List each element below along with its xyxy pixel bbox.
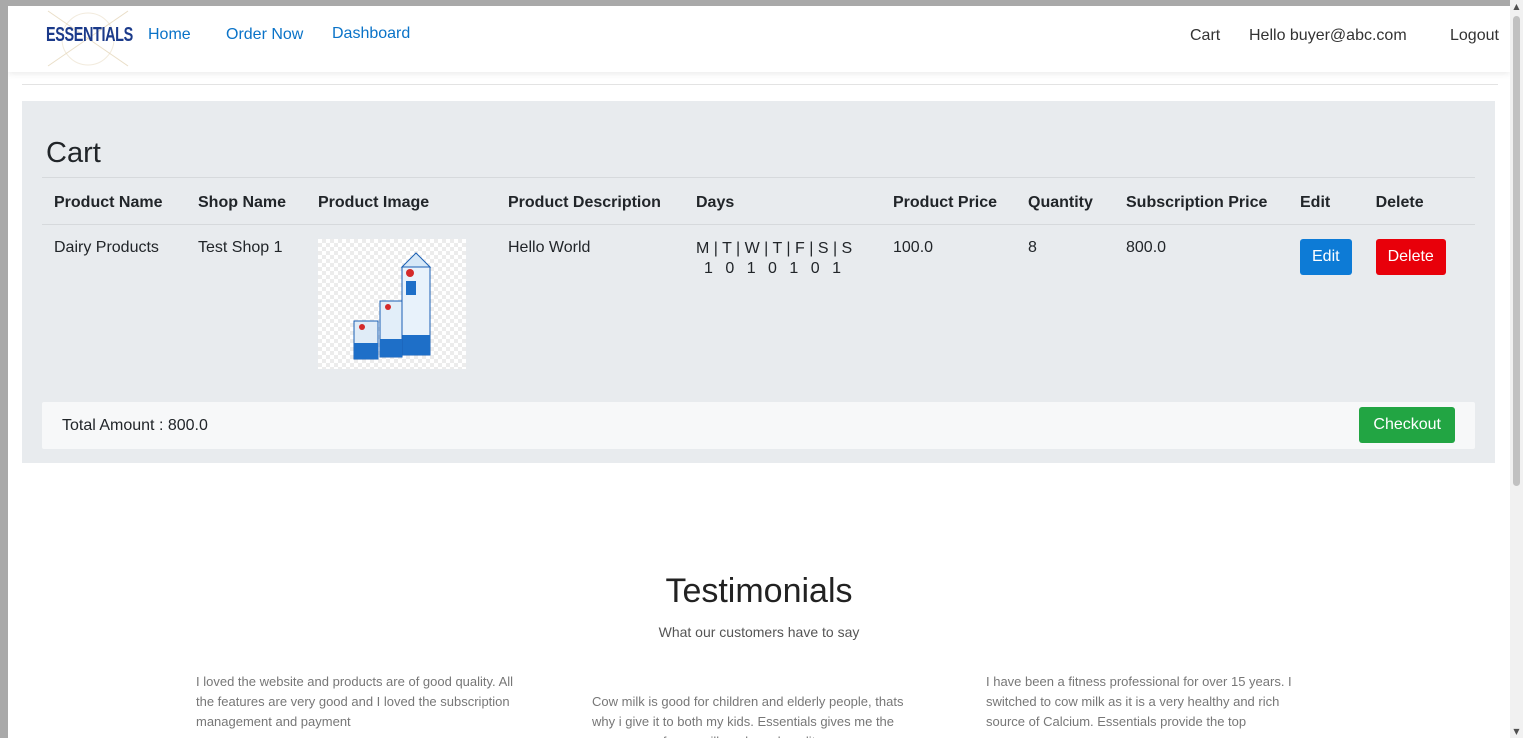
header-subscription-price: Subscription Price (1114, 177, 1288, 225)
header-product-name: Product Name (42, 177, 186, 225)
header-product-image: Product Image (306, 177, 496, 225)
edit-button[interactable]: Edit (1300, 239, 1352, 275)
cart-title: Cart (46, 137, 101, 169)
cell-product-price: 100.0 (893, 239, 934, 256)
navbar: ESSENTIALS Home Order Now Dashboard Cart… (8, 6, 1510, 72)
nav-user-greeting[interactable]: Hello buyer@abc.com (1249, 27, 1407, 45)
cell-product-description: Hello World (508, 239, 591, 256)
cart-panel: Cart Product Name Shop Name Product Imag… (22, 101, 1495, 463)
checkout-button[interactable]: Checkout (1359, 407, 1455, 443)
days-values: 1 0 1 0 1 0 1 (704, 260, 842, 277)
product-image (318, 239, 466, 369)
scroll-down-arrow-icon[interactable]: ▼ (1510, 725, 1523, 738)
header-quantity: Quantity (1016, 177, 1114, 225)
scroll-up-arrow-icon[interactable]: ▲ (1510, 0, 1523, 13)
days-labels: M | T | W | T | F | S | S (696, 240, 853, 257)
page-viewport: ESSENTIALS Home Order Now Dashboard Cart… (8, 6, 1510, 738)
cell-delete: Delete (1364, 225, 1475, 378)
cell-product-image (306, 225, 496, 378)
milk-cartons-icon (353, 252, 432, 360)
header-shop-name: Shop Name (186, 177, 306, 225)
nav-cart-link[interactable]: Cart (1190, 27, 1220, 45)
total-bar: Total Amount : 800.0 Checkout (42, 402, 1475, 449)
header-days: Days (684, 177, 881, 225)
total-amount: Total Amount : 800.0 (62, 417, 208, 434)
testimonial-3: I have been a fitness professional for o… (986, 674, 1292, 729)
cart-table: Product Name Shop Name Product Image Pro… (42, 177, 1475, 377)
testimonials-title: Testimonials (665, 572, 853, 610)
cell-days: M | T | W | T | F | S | S 1 0 1 0 1 0 1 (684, 225, 881, 378)
cell-edit: Edit (1288, 225, 1364, 378)
testimonials-subtitle: What our customers have to say (658, 624, 860, 640)
nav-dashboard-link[interactable]: Dashboard (332, 25, 410, 43)
checkout-wrapper: Checkout (1359, 407, 1455, 443)
testimonial-1: I loved the website and products are of … (196, 674, 514, 729)
vertical-scrollbar[interactable]: ▲ ▼ (1510, 0, 1523, 738)
cell-product-name: Dairy Products (54, 239, 159, 256)
logo-text: ESSENTIALS (46, 24, 133, 46)
testimonial-2: Cow milk is good for children and elderl… (592, 694, 904, 738)
header-delete: Delete (1363, 177, 1475, 225)
delete-button[interactable]: Delete (1375, 239, 1446, 275)
nav-order-now-link[interactable]: Order Now (226, 26, 303, 44)
header-product-description: Product Description (496, 177, 684, 225)
cell-quantity: 8 (1028, 239, 1037, 256)
cell-shop-name: Test Shop 1 (198, 239, 283, 256)
nav-logout-link[interactable]: Logout (1450, 27, 1499, 45)
header-edit: Edit (1288, 177, 1364, 225)
essentials-logo[interactable]: ESSENTIALS (38, 6, 138, 72)
nav-home-link[interactable]: Home (148, 26, 191, 44)
scroll-thumb[interactable] (1513, 16, 1520, 486)
cell-subscription-price: 800.0 (1126, 239, 1167, 256)
divider (22, 84, 1498, 85)
table-row: Dairy Products Test Shop 1 Hello World M… (42, 225, 1475, 378)
table-header-row: Product Name Shop Name Product Image Pro… (42, 177, 1475, 225)
header-product-price: Product Price (881, 177, 1016, 225)
